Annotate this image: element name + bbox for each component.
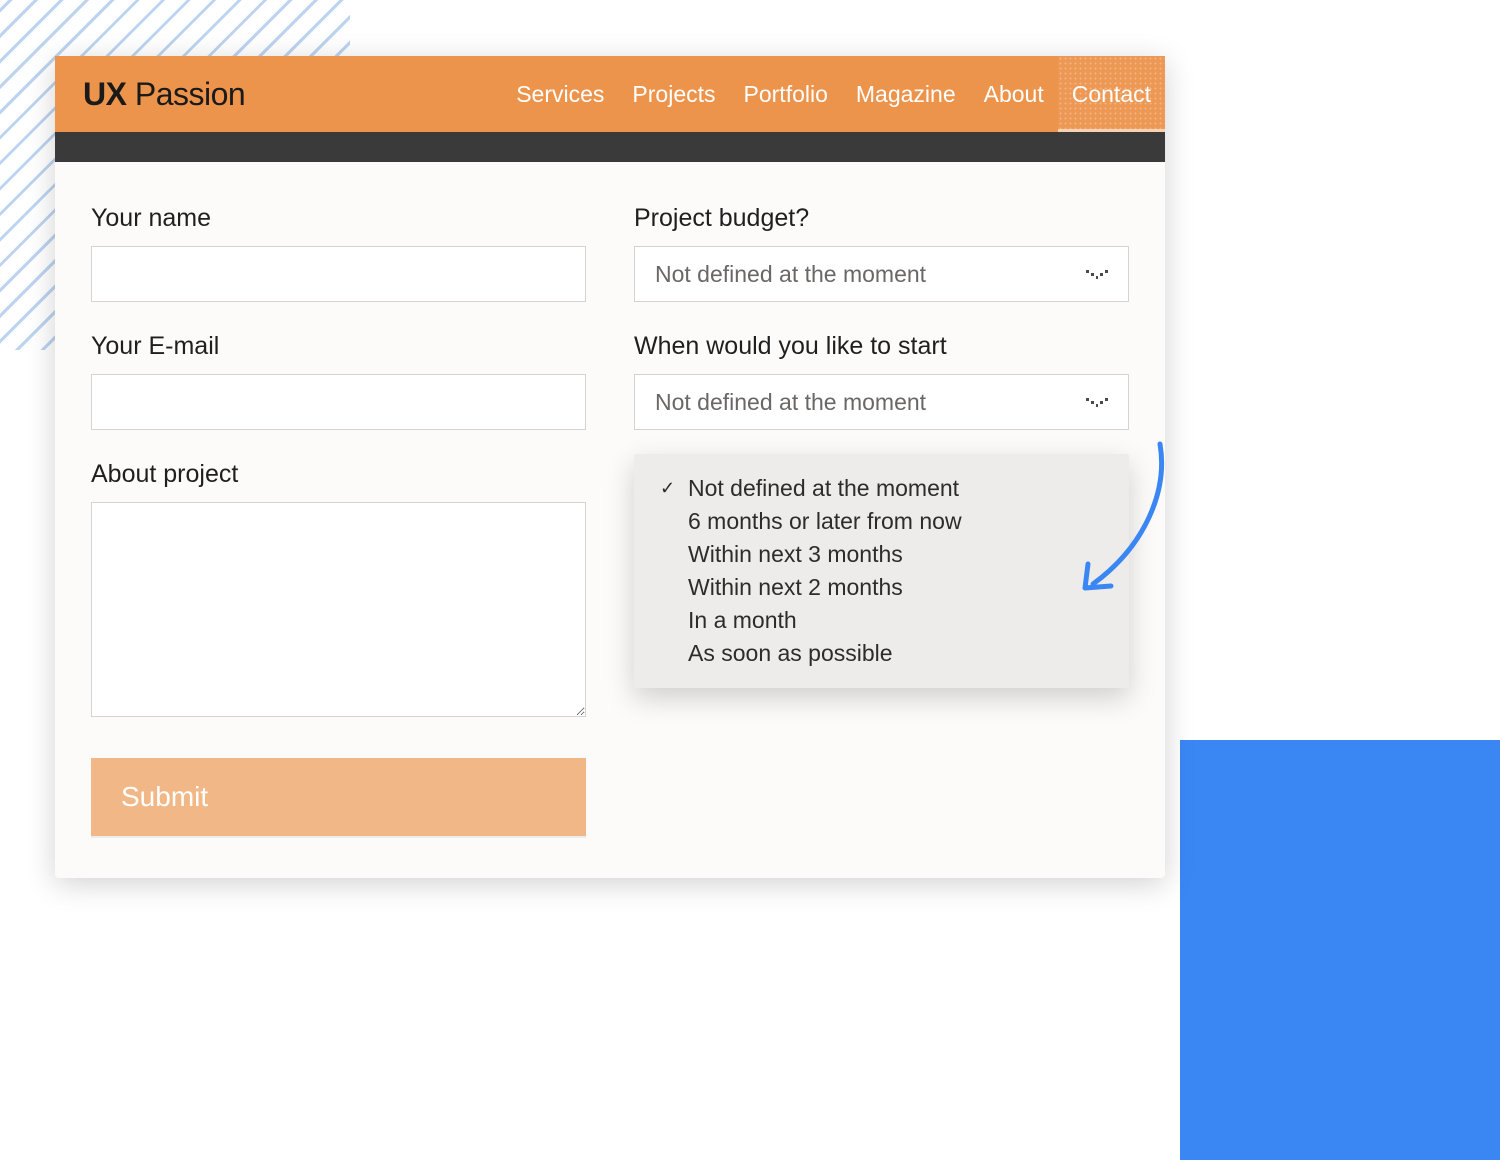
chevron-down-icon	[1086, 396, 1108, 408]
select-budget-value: Not defined at the moment	[655, 261, 926, 288]
form-right-column: Project budget? Not defined at the momen…	[634, 204, 1129, 836]
nav-contact[interactable]: Contact	[1058, 56, 1165, 132]
logo-bold: UX	[83, 76, 126, 112]
nav-services[interactable]: Services	[502, 56, 618, 132]
dropdown-start-options: ✓ Not defined at the moment 6 months or …	[634, 454, 1129, 688]
app-window: UX Passion Services Projects Portfolio M…	[55, 56, 1165, 878]
field-name: Your name	[91, 204, 586, 302]
form-left-column: Your name Your E-mail About project Subm…	[91, 204, 586, 836]
nav-label: Contact	[1072, 81, 1151, 108]
nav-label: Portfolio	[744, 81, 828, 108]
decorative-blue-square	[1180, 740, 1500, 1160]
header-bar: UX Passion Services Projects Portfolio M…	[55, 56, 1165, 132]
option-label: Within next 2 months	[688, 574, 903, 601]
select-start[interactable]: Not defined at the moment	[634, 374, 1129, 430]
label-budget: Project budget?	[634, 204, 1129, 233]
main-nav: Services Projects Portfolio Magazine Abo…	[502, 56, 1165, 132]
chevron-down-icon	[1086, 268, 1108, 280]
label-about: About project	[91, 460, 586, 489]
option-asap[interactable]: As soon as possible	[634, 637, 1129, 670]
option-label: 6 months or later from now	[688, 508, 962, 535]
input-email[interactable]	[91, 374, 586, 430]
field-start: When would you like to start Not defined…	[634, 332, 1129, 430]
submit-button[interactable]: Submit	[91, 758, 586, 836]
option-label: Within next 3 months	[688, 541, 903, 568]
field-budget: Project budget? Not defined at the momen…	[634, 204, 1129, 302]
nav-label: Projects	[632, 81, 715, 108]
label-name: Your name	[91, 204, 586, 233]
textarea-about[interactable]	[91, 502, 586, 717]
input-name[interactable]	[91, 246, 586, 302]
nav-label: Magazine	[856, 81, 956, 108]
nav-portfolio[interactable]: Portfolio	[730, 56, 842, 132]
nav-projects[interactable]: Projects	[618, 56, 729, 132]
nav-label: About	[984, 81, 1044, 108]
option-3-months[interactable]: Within next 3 months	[634, 538, 1129, 571]
option-2-months[interactable]: Within next 2 months	[634, 571, 1129, 604]
nav-magazine[interactable]: Magazine	[842, 56, 970, 132]
check-icon: ✓	[660, 478, 678, 499]
label-start: When would you like to start	[634, 332, 1129, 361]
sub-header-strip	[55, 132, 1165, 162]
contact-form: Your name Your E-mail About project Subm…	[55, 162, 1165, 878]
field-about: About project	[91, 460, 586, 722]
logo-light: Passion	[126, 76, 245, 112]
option-label: Not defined at the moment	[688, 475, 959, 502]
option-label: As soon as possible	[688, 640, 893, 667]
option-1-month[interactable]: In a month	[634, 604, 1129, 637]
field-email: Your E-mail	[91, 332, 586, 430]
option-label: In a month	[688, 607, 797, 634]
nav-label: Services	[516, 81, 604, 108]
option-6-months[interactable]: 6 months or later from now	[634, 505, 1129, 538]
select-start-value: Not defined at the moment	[655, 389, 926, 416]
label-email: Your E-mail	[91, 332, 586, 361]
logo: UX Passion	[83, 76, 245, 113]
select-budget[interactable]: Not defined at the moment	[634, 246, 1129, 302]
nav-about[interactable]: About	[970, 56, 1058, 132]
option-not-defined[interactable]: ✓ Not defined at the moment	[634, 472, 1129, 505]
